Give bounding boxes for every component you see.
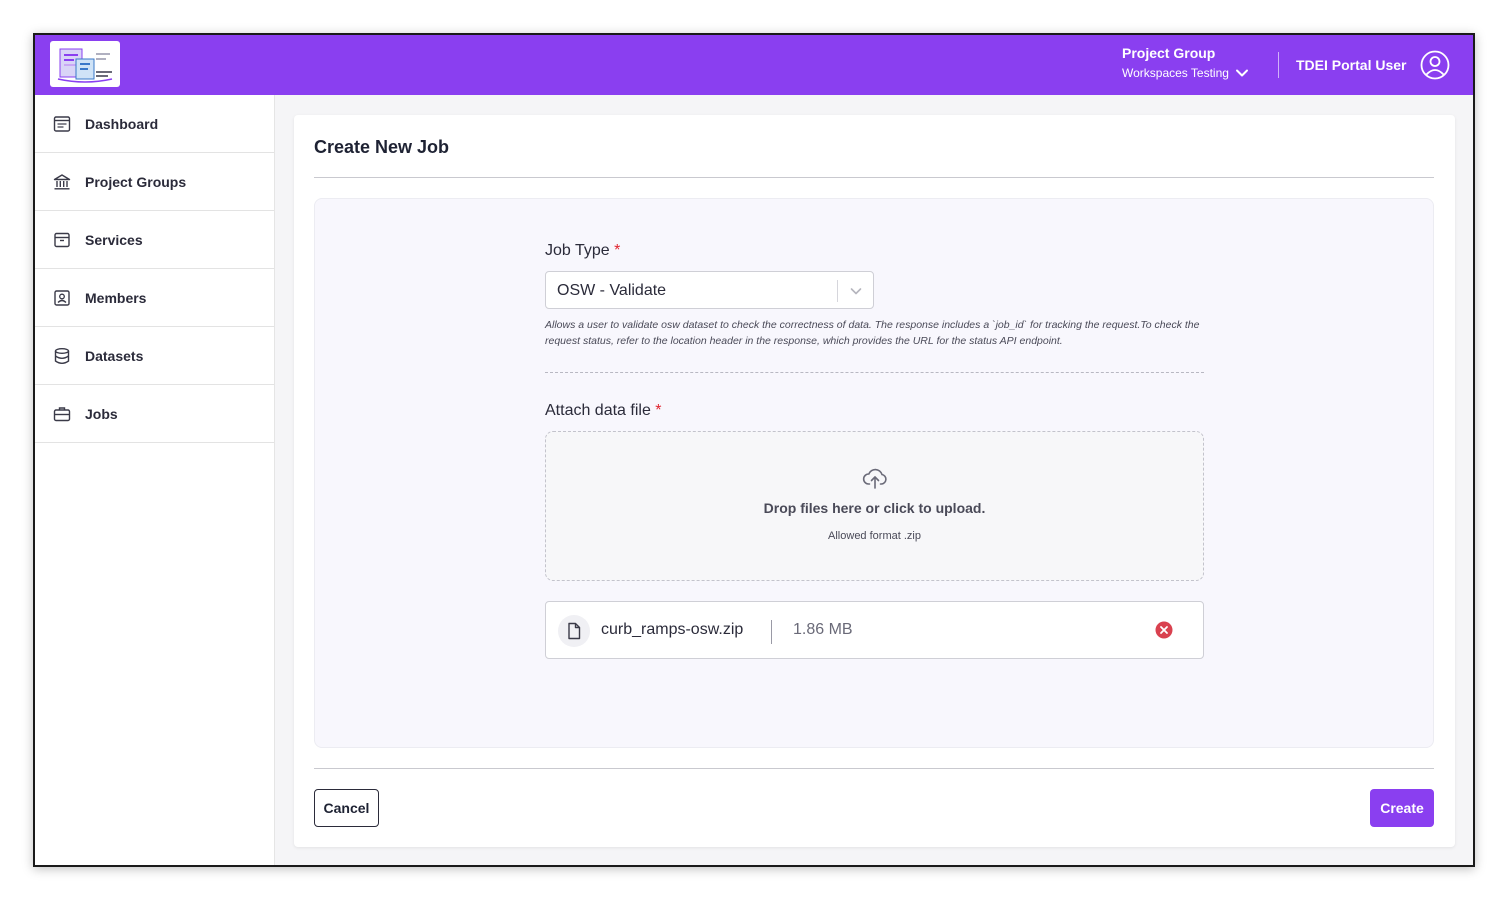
sidebar-item-dashboard[interactable]: Dashboard [35,95,274,153]
cancel-button[interactable]: Cancel [314,789,379,827]
file-divider [771,620,772,644]
create-job-card: Create New Job Job Type * OSW - Validate… [294,115,1455,847]
sidebar-item-label: Datasets [85,347,144,364]
sidebar-item-label: Members [85,289,147,306]
page-title: Create New Job [314,137,450,157]
required-mark: * [655,402,662,419]
project-group-value: Workspaces Testing [1122,66,1229,80]
file-size: 1.86 MB [793,621,853,638]
sidebar-item-label: Jobs [85,405,118,422]
top-bar: Project Group Workspaces Testing TDEI Po… [35,35,1473,95]
dashed-divider [545,372,1204,373]
user-name: TDEI Portal User [1296,57,1407,73]
sidebar: Dashboard Project Groups Services Member… [35,95,275,865]
sidebar-item-label: Dashboard [85,115,159,132]
attach-file-label: Attach data file * [545,402,662,420]
project-group-switcher[interactable]: Project Group Workspaces Testing [1122,45,1249,80]
bank-icon [53,173,71,190]
sidebar-item-label: Project Groups [85,173,187,190]
remove-file-icon[interactable] [1155,621,1173,639]
logo-icon [57,48,113,83]
required-mark: * [614,242,621,259]
job-form-panel: Job Type * OSW - Validate Allows a user … [314,198,1434,748]
project-group-dropdown[interactable]: Workspaces Testing [1122,66,1249,80]
job-type-label: Job Type * [545,242,620,260]
chevron-down-icon [1235,69,1248,77]
sidebar-item-services[interactable]: Services [35,211,274,269]
job-type-select[interactable]: OSW - Validate [545,271,874,309]
dashboard-icon [53,115,71,132]
attached-file-row: curb_ramps-osw.zip 1.86 MB [545,601,1204,659]
cloud-upload-icon [862,468,887,489]
sidebar-item-project-groups[interactable]: Project Groups [35,153,274,211]
id-badge-icon [54,289,70,306]
sidebar-item-datasets[interactable]: Datasets [35,327,274,385]
job-type-label-text: Job Type [545,242,610,259]
user-avatar-icon[interactable] [1420,50,1450,80]
job-type-selected-value: OSW - Validate [557,282,667,299]
file-name: curb_ramps-osw.zip [601,621,744,638]
tdei-logo[interactable] [50,41,120,87]
file-icon-badge [558,615,590,647]
select-divider [837,280,838,302]
briefcase-icon [53,406,71,421]
sidebar-item-jobs[interactable]: Jobs [35,385,274,443]
database-icon [54,347,70,364]
chevron-down-icon[interactable] [848,283,864,299]
divider [314,768,1434,769]
job-type-description: Allows a user to validate osw dataset to… [545,319,1200,347]
header-divider [1278,52,1279,78]
create-button[interactable]: Create [1370,789,1434,827]
project-group-label: Project Group [1122,45,1216,61]
allowed-format-text: Allowed format .zip [828,530,921,542]
sidebar-item-label: Services [85,231,143,248]
divider [314,177,1434,178]
sidebar-item-members[interactable]: Members [35,269,274,327]
dropzone-instruction: Drop files here or click to upload. [763,500,986,516]
app-window: Project Group Workspaces Testing TDEI Po… [33,33,1475,867]
file-icon [568,622,581,640]
attach-file-label-text: Attach data file [545,402,651,419]
file-dropzone[interactable]: Drop files here or click to upload. Allo… [545,431,1204,581]
archive-box-icon [54,232,70,247]
